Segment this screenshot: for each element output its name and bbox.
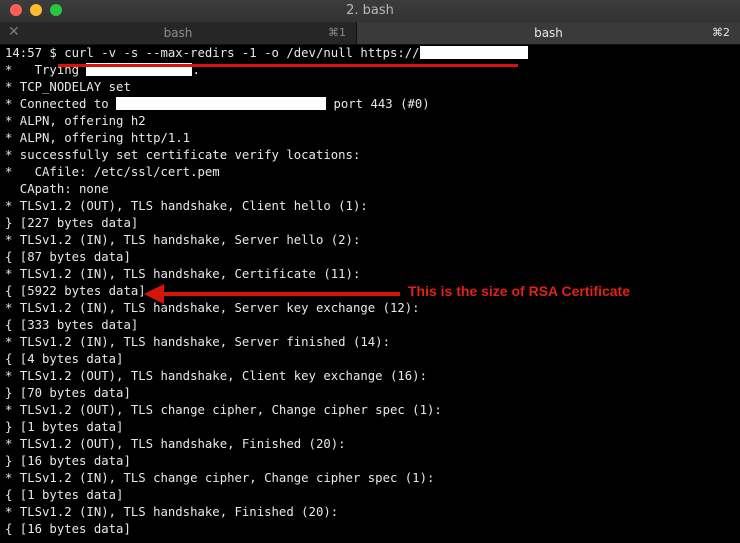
terminal-line: * ALPN, offering http/1.1 — [5, 131, 191, 145]
tab-shortcut: ⌘1 — [328, 26, 346, 39]
tab-shortcut: ⌘2 — [712, 26, 730, 39]
terminal-command-line: 14:57 $ curl -v -s --max-redirs -1 -o /d… — [5, 45, 528, 62]
terminal-line: { [1 bytes data] — [5, 488, 124, 502]
terminal-line: * TLSv1.2 (IN), TLS handshake, Server ke… — [5, 301, 420, 315]
terminal-line: * TLSv1.2 (IN), TLS handshake, Server fi… — [5, 335, 390, 349]
terminal-line: } [1 bytes data] — [5, 420, 124, 434]
tab-label: bash — [163, 26, 193, 40]
terminal-line: * TLSv1.2 (OUT), TLS handshake, Client h… — [5, 199, 368, 213]
terminal-line: * TLSv1.2 (OUT), TLS change cipher, Chan… — [5, 403, 442, 417]
redacted-url — [419, 46, 528, 59]
terminal-line: * TLSv1.2 (IN), TLS handshake, Certifica… — [5, 267, 361, 281]
terminal-line: } [227 bytes data] — [5, 216, 139, 230]
terminal-line: * ALPN, offering h2 — [5, 114, 146, 128]
tab-bar: ✕ bash ⌘1 bash ⌘2 — [0, 22, 740, 45]
command-underline-annotation — [58, 64, 518, 67]
command-text: 14:57 $ curl -v -s --max-redirs -1 -o /d… — [5, 46, 420, 60]
annotation-arrow-shaft — [160, 292, 400, 296]
window-title: 2. bash — [346, 3, 394, 18]
certificate-size-line: { [5922 bytes data] — [5, 284, 146, 298]
terminal-line: * TCP_NODELAY set — [5, 80, 131, 94]
terminal-line: { [4 bytes data] — [5, 352, 124, 366]
annotation-label: This is the size of RSA Certificate — [408, 283, 630, 299]
redacted-host — [116, 97, 327, 110]
terminal-line: * TLSv1.2 (IN), TLS handshake, Finished … — [5, 505, 339, 519]
terminal-line: { [87 bytes data] — [5, 250, 131, 264]
line-text: port 443 (#0) — [326, 97, 430, 111]
terminal-line: { [16 bytes data] — [5, 522, 131, 536]
tab-bash-1[interactable]: ✕ bash ⌘1 — [0, 22, 357, 44]
terminal-line: * Connected to port 443 (#0) — [5, 96, 430, 113]
terminal-line: * TLSv1.2 (IN), TLS handshake, Server he… — [5, 233, 361, 247]
terminal-line: * TLSv1.2 (OUT), TLS handshake, Client k… — [5, 369, 427, 383]
terminal-line: { [333 bytes data] — [5, 318, 139, 332]
terminal-line: } [16 bytes data] — [5, 454, 131, 468]
terminal-line: * CAfile: /etc/ssl/cert.pem — [5, 165, 220, 179]
tab-bash-2[interactable]: bash ⌘2 — [357, 22, 740, 44]
tab-label: bash — [534, 26, 563, 40]
terminal-line: * TLSv1.2 (OUT), TLS handshake, Finished… — [5, 437, 346, 451]
terminal-line: CApath: none — [5, 182, 109, 196]
window-titlebar: 2. bash — [0, 0, 740, 22]
terminal-line: } [70 bytes data] — [5, 386, 131, 400]
line-text: * Connected to — [5, 97, 117, 111]
terminal-line: * successfully set certificate verify lo… — [5, 148, 361, 162]
terminal-line: * TLSv1.2 (IN), TLS change cipher, Chang… — [5, 471, 435, 485]
